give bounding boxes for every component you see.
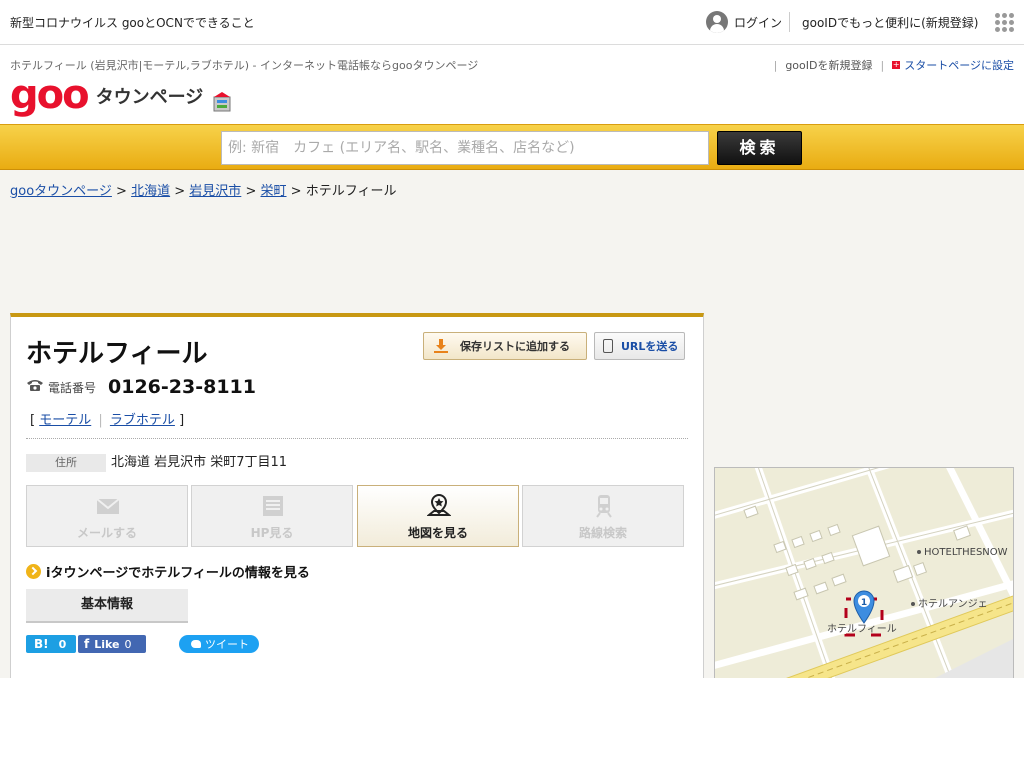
divider: [789, 12, 790, 32]
map-marker-number: 1: [860, 598, 868, 608]
page-subtitle: ホテルフィール (岩見沢市|モーテル,ラブホテル) - インターネット電話帳なら…: [10, 59, 479, 72]
hatena-bookmark-button[interactable]: B! 0: [26, 635, 76, 653]
tweet-button[interactable]: ツイート: [179, 635, 259, 653]
facebook-icon: f: [84, 637, 90, 651]
search-button[interactable]: 検索: [717, 131, 802, 165]
tab-basic-info[interactable]: 基本情報: [26, 589, 188, 623]
goo-logo: goo: [10, 72, 90, 118]
search-bar: 検索: [0, 124, 1024, 170]
breadcrumb-current: ホテルフィール: [305, 184, 397, 199]
send-url-label: URLを送る: [621, 340, 679, 353]
location-map[interactable]: 1 HOTELTHESNOW ホテルアンジェ ホテルフィール: [714, 467, 1014, 678]
hatena-count: 0: [58, 637, 67, 651]
townpage-logo[interactable]: goo タウンページ: [10, 72, 233, 118]
phone-label: 電話番号: [48, 380, 97, 395]
breadcrumb-separator: >: [245, 184, 257, 199]
listing-card: ホテルフィール 保存リストに追加する URLを送る 電話番号 0126-23-8…: [10, 313, 704, 678]
tweet-label: ツイート: [205, 638, 249, 651]
hatena-icon: B!: [34, 637, 49, 651]
send-url-button[interactable]: URLを送る: [594, 332, 685, 360]
webpage-icon: [261, 494, 285, 518]
phonebook-icon: [211, 89, 233, 113]
new-gooid-link[interactable]: gooIDを新規登録: [785, 57, 872, 73]
address-value: 北海道 岩見沢市 栄町7丁目11: [111, 455, 288, 470]
view-map-button[interactable]: 地図を見る: [357, 485, 519, 547]
telephone-icon: [26, 378, 44, 396]
main-content: gooタウンページ > 北海道 > 岩見沢市 > 栄町 > ホテルフィール ホテ…: [0, 170, 1024, 678]
divider: |: [880, 58, 885, 72]
facebook-like-count: 0: [124, 637, 132, 651]
search-input[interactable]: [221, 131, 709, 165]
arrow-right-icon: [26, 564, 41, 579]
map-graphic: [715, 468, 1013, 678]
breadcrumb-separator: >: [174, 184, 186, 199]
business-name: ホテルフィール: [26, 339, 208, 369]
homepage-button[interactable]: HP見る: [191, 485, 353, 547]
phone-number: 0126-23-8111: [108, 376, 256, 398]
mail-button[interactable]: メールする: [26, 485, 188, 547]
bracket: [: [30, 413, 36, 428]
itownpage-link[interactable]: iタウンページでホテルフィールの情報を見る: [26, 562, 310, 581]
breadcrumb-item[interactable]: 岩見沢市: [189, 184, 241, 199]
breadcrumb-item[interactable]: 栄町: [261, 184, 287, 199]
download-icon: [434, 339, 448, 353]
mail-icon: [96, 494, 120, 518]
map-poi-label: HOTELTHESNOW: [917, 547, 1008, 558]
itownpage-link-label: iタウンページでホテルフィールの情報を見る: [46, 566, 310, 581]
share-buttons: B! 0 f Like 0 ツイート: [26, 635, 259, 653]
breadcrumb-separator: >: [116, 184, 127, 199]
header-links: | gooIDを新規登録 | + スタートページに設定: [766, 57, 1014, 73]
app-grid-icon[interactable]: [995, 13, 1014, 32]
covid-notice-link[interactable]: 新型コロナウイルス gooとOCNでできること: [10, 14, 255, 31]
homepage-label: HP見る: [250, 526, 294, 540]
phone-row: 電話番号 0126-23-8111: [26, 376, 256, 398]
route-search-label: 路線検索: [578, 526, 627, 540]
category-link[interactable]: モーテル: [39, 413, 91, 428]
login-link[interactable]: ログイン: [706, 11, 782, 33]
facebook-like-button[interactable]: f Like 0: [78, 635, 146, 653]
breadcrumb: gooタウンページ > 北海道 > 岩見沢市 > 栄町 > ホテルフィール: [10, 180, 396, 199]
register-link[interactable]: gooIDでもっと便利に(新規登録): [802, 14, 978, 31]
train-icon: [592, 494, 616, 518]
bracket: ]: [179, 413, 185, 428]
divider: [26, 438, 688, 439]
startpage-icon: +: [892, 60, 901, 69]
twitter-icon: [191, 640, 201, 648]
divider: |: [773, 58, 778, 72]
save-to-list-button[interactable]: 保存リストに追加する: [423, 332, 587, 360]
category-list: [ モーテル | ラブホテル ]: [30, 409, 184, 428]
login-label: ログイン: [734, 15, 783, 30]
view-map-label: 地図を見る: [407, 526, 468, 540]
set-startpage-link[interactable]: スタートページに設定: [904, 57, 1014, 73]
save-to-list-label: 保存リストに追加する: [460, 340, 570, 353]
map-poi-label: ホテルフィール: [827, 624, 897, 635]
category-link[interactable]: ラブホテル: [110, 413, 175, 428]
mobile-phone-icon: [603, 339, 613, 353]
route-search-button[interactable]: 路線検索: [522, 485, 684, 547]
map-pin-icon: [426, 493, 452, 518]
mail-label: メールする: [76, 526, 137, 540]
townpage-logo-text: タウンページ: [95, 87, 204, 108]
site-header: ホテルフィール (岩見沢市|モーテル,ラブホテル) - インターネット電話帳なら…: [0, 45, 1024, 125]
top-bar: 新型コロナウイルス gooとOCNでできること ログイン gooIDでもっと便利…: [0, 0, 1024, 45]
address-label: 住所: [26, 454, 106, 472]
breadcrumb-separator: >: [290, 184, 302, 199]
facebook-like-label: Like: [94, 637, 120, 651]
breadcrumb-item[interactable]: 北海道: [131, 184, 170, 199]
divider: |: [98, 413, 103, 428]
user-icon: [706, 11, 728, 33]
breadcrumb-item[interactable]: gooタウンページ: [10, 184, 112, 199]
map-poi-label: ホテルアンジェ: [911, 595, 988, 610]
action-buttons: メールする HP見る 地図を見る 路線検索: [26, 485, 686, 547]
